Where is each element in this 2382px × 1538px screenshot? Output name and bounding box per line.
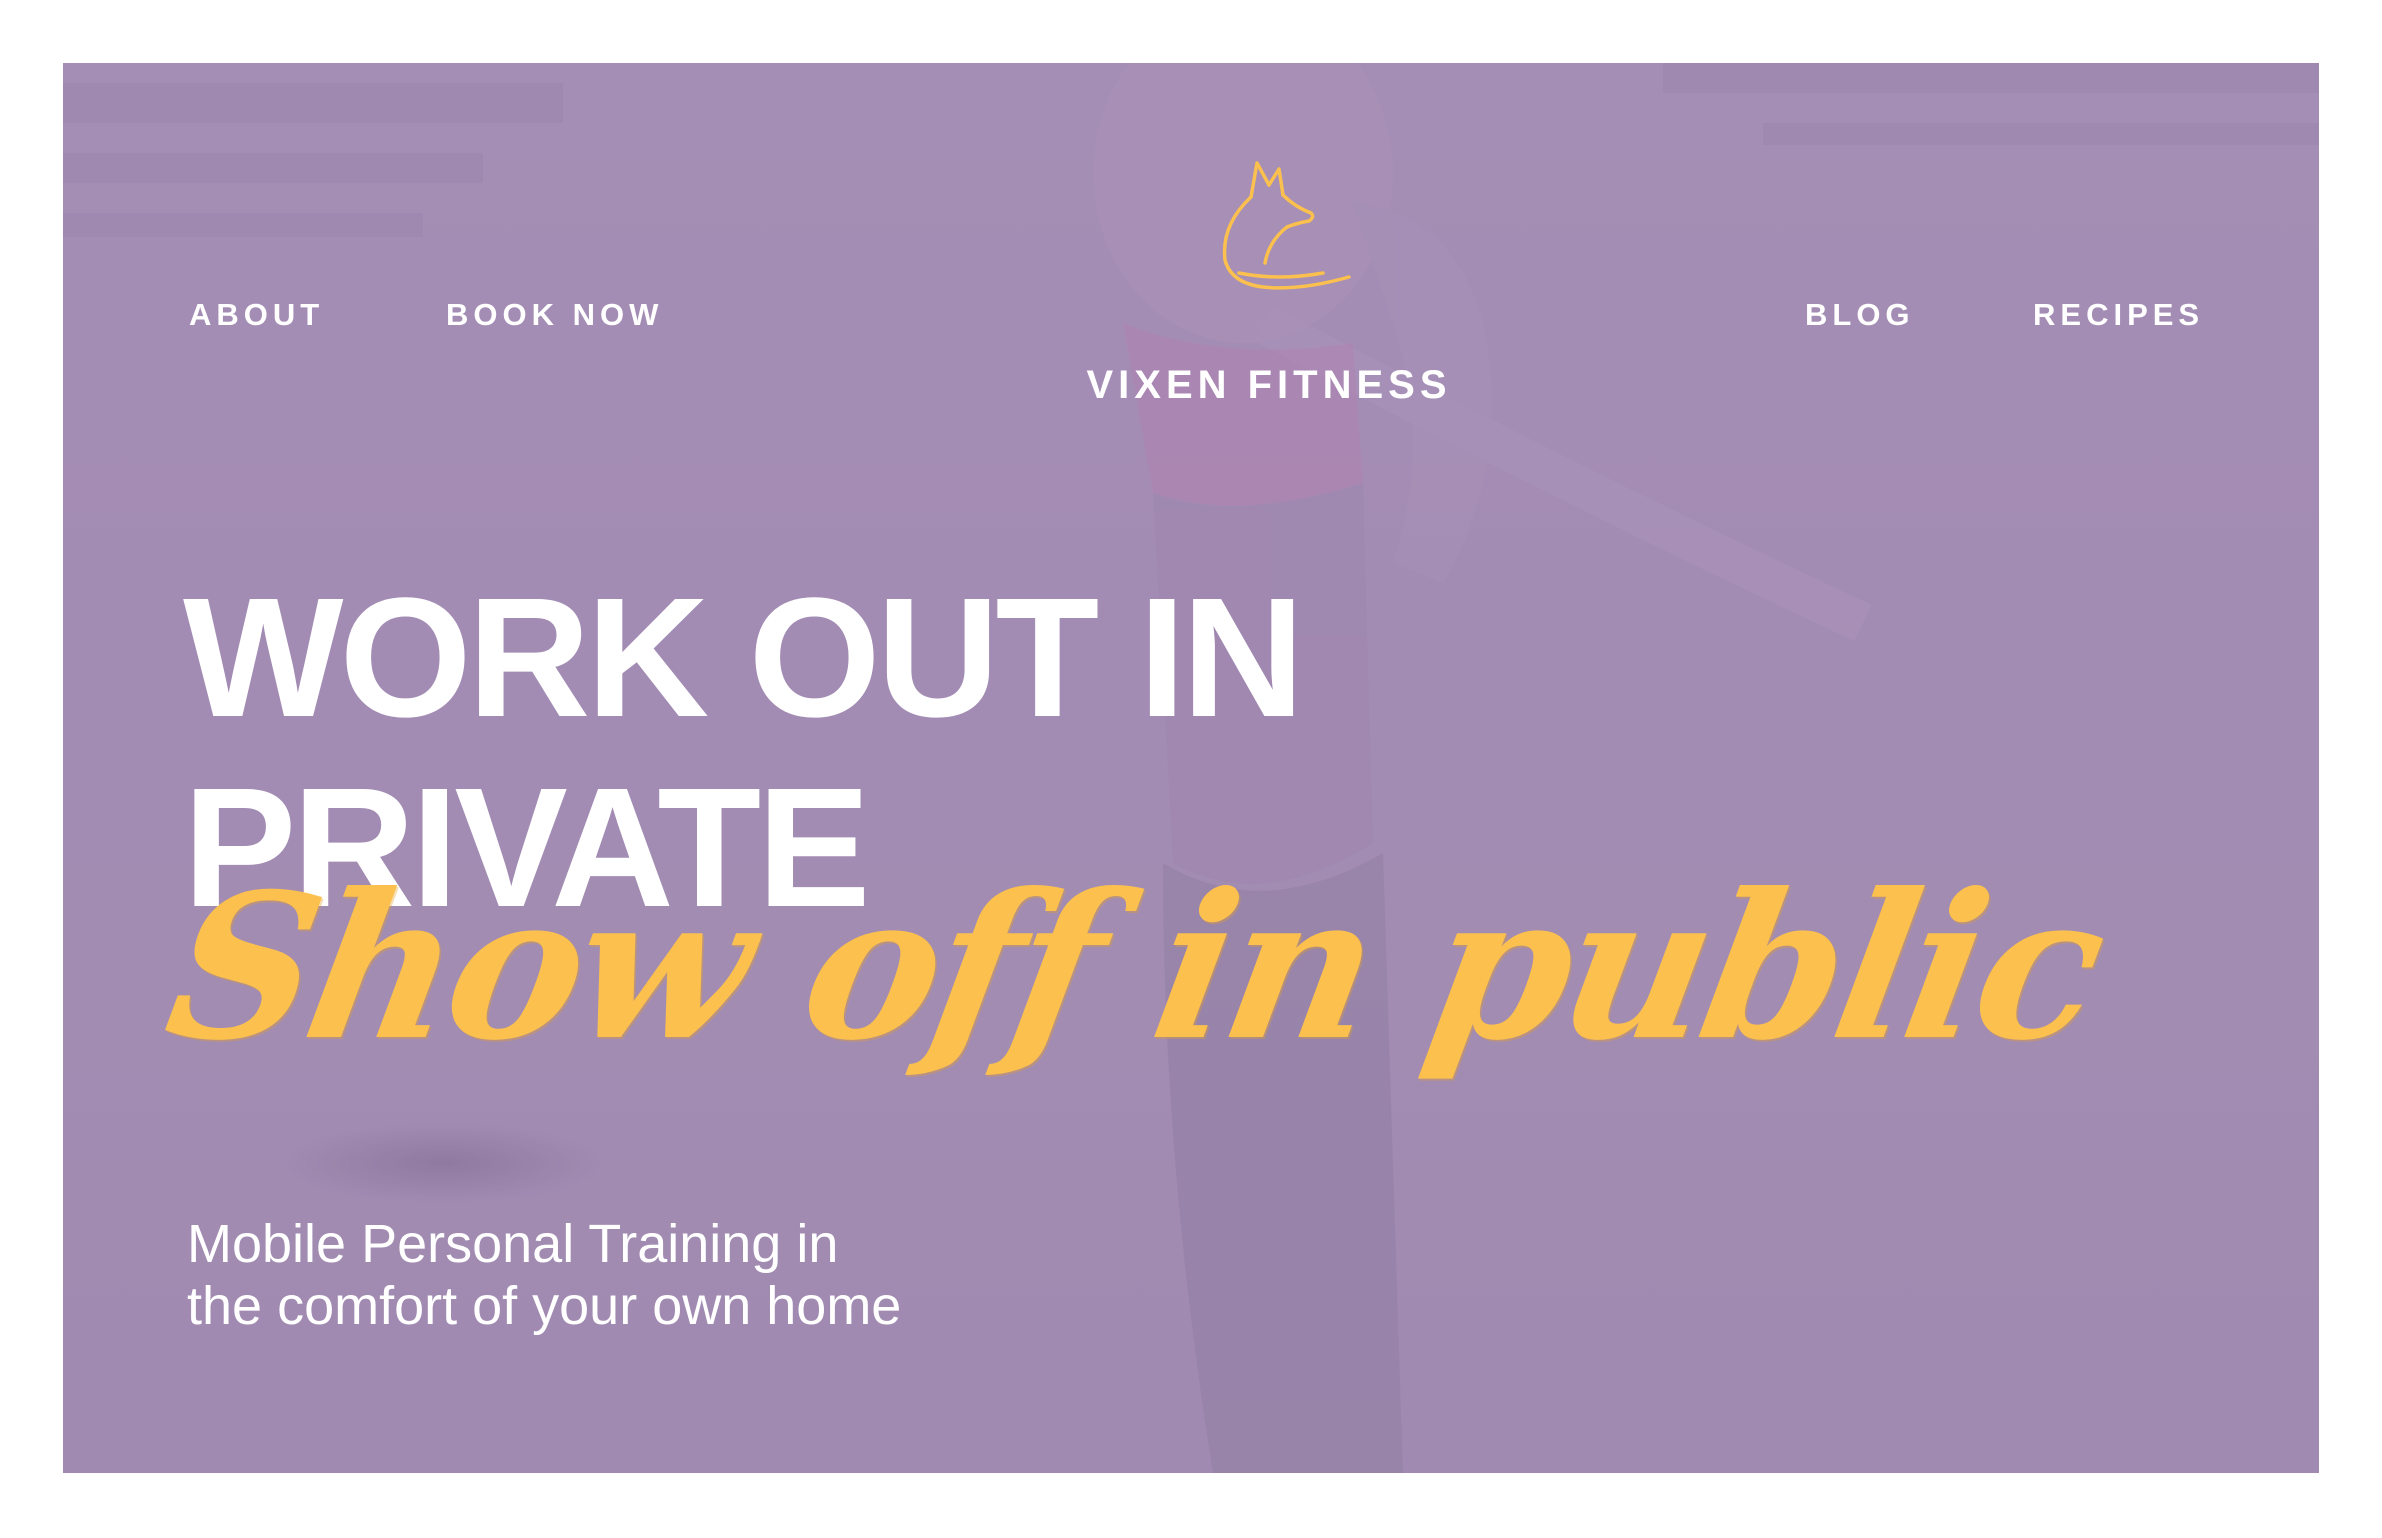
hero-section: ABOUT BOOK NOW BLOG RECIPES VIXEN FITNES…: [63, 63, 2319, 1473]
subtext-line-1: Mobile Personal Training in: [187, 1214, 839, 1274]
script-tagline: Show off in public: [152, 850, 2117, 1085]
nav-link-about[interactable]: ABOUT: [189, 295, 324, 335]
fox-icon: [1222, 161, 1351, 290]
brand-logo[interactable]: VIXEN FITNESS: [999, 155, 1539, 425]
hero-subtext: Mobile Personal Training in the comfort …: [187, 1213, 901, 1337]
nav-link-book-now[interactable]: BOOK NOW: [446, 295, 663, 335]
subtext-line-2: the comfort of your own home: [187, 1276, 902, 1336]
nav-link-blog[interactable]: BLOG: [1805, 295, 1915, 335]
brand-name: VIXEN FITNESS: [1086, 363, 1452, 407]
headline-line-1: WORK OUT IN: [183, 563, 1305, 753]
nav-link-recipes[interactable]: RECIPES: [2033, 295, 2204, 335]
